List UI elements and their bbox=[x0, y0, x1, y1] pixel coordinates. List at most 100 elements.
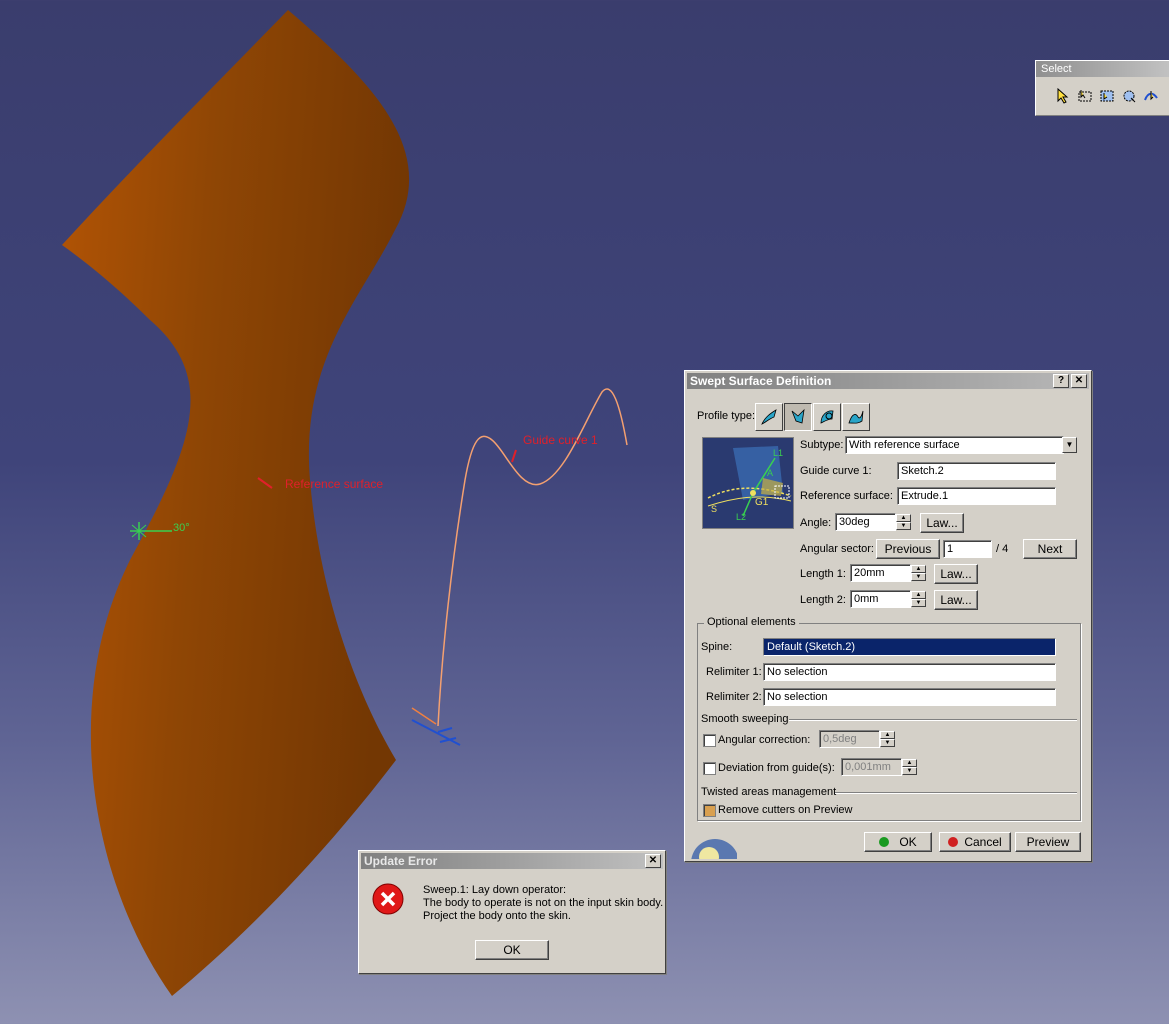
angle-law-button[interactable]: Law... bbox=[920, 513, 964, 533]
cancel-status-icon bbox=[948, 837, 959, 847]
cancel-button[interactable]: Cancel bbox=[939, 832, 1011, 852]
error-title: Update Error bbox=[364, 854, 438, 868]
subtype-dropdown-button[interactable]: ▼ bbox=[1062, 437, 1077, 453]
update-error-dialog[interactable]: Update Error ✕ Sweep.1: Lay down operato… bbox=[358, 850, 666, 974]
angle-spinner[interactable]: ▲ ▼ bbox=[896, 514, 911, 530]
length1-field[interactable]: 20mm bbox=[850, 564, 911, 582]
error-icon bbox=[372, 883, 404, 915]
catia-globe-icon bbox=[687, 827, 737, 859]
select-trap-icon[interactable] bbox=[1076, 87, 1094, 105]
guide-marker bbox=[511, 449, 517, 463]
spin-down-icon[interactable]: ▼ bbox=[911, 573, 926, 581]
diagram-a-label: A bbox=[767, 468, 773, 478]
twisted-areas-label: Twisted areas management bbox=[701, 786, 837, 798]
twisted-areas-divider bbox=[835, 792, 1077, 794]
optional-elements-caption: Optional elements bbox=[704, 616, 799, 628]
spin-up-icon[interactable]: ▲ bbox=[880, 731, 895, 739]
toolbar-title: Select bbox=[1036, 61, 1169, 77]
reference-surface-field[interactable]: Extrude.1 bbox=[897, 487, 1056, 505]
spin-down-icon[interactable]: ▼ bbox=[902, 767, 917, 775]
diagram-s-label: S bbox=[711, 504, 717, 514]
deviation-field[interactable]: 0,001mm bbox=[841, 758, 902, 776]
swept-surface[interactable] bbox=[62, 10, 410, 996]
previous-button[interactable]: Previous bbox=[876, 539, 940, 559]
deviation-label: Deviation from guide(s): bbox=[718, 762, 835, 774]
spine-label: Spine: bbox=[701, 641, 733, 653]
smooth-sweeping-label: Smooth sweeping bbox=[701, 713, 789, 725]
chevron-down-icon: ▼ bbox=[1065, 440, 1074, 449]
angular-correction-checkbox[interactable] bbox=[703, 734, 716, 747]
error-line2: The body to operate is not on the input … bbox=[423, 897, 664, 909]
angular-correction-spinner[interactable]: ▲ ▼ bbox=[880, 731, 895, 747]
spin-down-icon[interactable]: ▼ bbox=[911, 599, 926, 607]
select-intersect-icon[interactable] bbox=[1098, 87, 1116, 105]
spine-field[interactable]: Default (Sketch.2) bbox=[763, 638, 1056, 656]
length2-label: Length 2: bbox=[800, 594, 846, 606]
deviation-spinner[interactable]: ▲ ▼ bbox=[902, 759, 917, 775]
angular-correction-field[interactable]: 0,5deg bbox=[819, 730, 880, 748]
profile-circle-icon bbox=[820, 410, 834, 424]
length1-label: Length 1: bbox=[800, 568, 846, 580]
origin-axis-icon bbox=[411, 707, 461, 746]
preview-button[interactable]: Preview bbox=[1015, 832, 1081, 852]
spin-up-icon[interactable]: ▲ bbox=[896, 514, 911, 522]
spin-down-icon[interactable]: ▼ bbox=[880, 739, 895, 747]
length2-field[interactable]: 0mm bbox=[850, 590, 911, 608]
reference-surface-label: Reference surface bbox=[285, 477, 384, 491]
error-close-button[interactable]: ✕ bbox=[645, 854, 661, 868]
diagram-g1-label: G1 bbox=[755, 497, 769, 508]
guide-curve-label: Guide curve 1: bbox=[800, 465, 872, 477]
profile-circle-button[interactable] bbox=[813, 403, 841, 431]
length2-law-button[interactable]: Law... bbox=[934, 590, 978, 610]
subtype-select[interactable]: With reference surface bbox=[845, 436, 1064, 454]
help-button[interactable]: ? bbox=[1053, 374, 1069, 388]
spin-up-icon[interactable]: ▲ bbox=[911, 591, 926, 599]
profile-type-label: Profile type: bbox=[697, 410, 756, 422]
close-button[interactable]: ✕ bbox=[1071, 374, 1087, 388]
angle-field-label: Angle: bbox=[800, 517, 832, 529]
diagram-l1-label: L1 bbox=[773, 448, 783, 458]
angle-label: 30° bbox=[173, 522, 190, 534]
profile-conic-icon bbox=[848, 410, 864, 424]
error-titlebar[interactable]: Update Error ✕ bbox=[361, 853, 663, 869]
select-toolbar[interactable]: Select bbox=[1035, 60, 1169, 116]
sector-field[interactable]: 1 bbox=[943, 540, 992, 558]
profile-explicit-icon bbox=[761, 409, 777, 425]
remove-cutters-checkbox[interactable] bbox=[703, 804, 716, 817]
dialog-title: Swept Surface Definition bbox=[690, 374, 832, 388]
select-arrow-icon[interactable] bbox=[1054, 87, 1072, 105]
remove-cutters-label: Remove cutters on Preview bbox=[718, 804, 853, 816]
length1-law-button[interactable]: Law... bbox=[934, 564, 978, 584]
guide-curve-field[interactable]: Sketch.2 bbox=[897, 462, 1056, 480]
deviation-checkbox[interactable] bbox=[703, 762, 716, 775]
length2-spinner[interactable]: ▲ ▼ bbox=[911, 591, 926, 607]
ok-button-label: OK bbox=[899, 835, 917, 849]
spin-up-icon[interactable]: ▲ bbox=[911, 565, 926, 573]
swept-surface-dialog[interactable]: Swept Surface Definition ? ✕ Profile typ… bbox=[684, 370, 1092, 862]
cancel-button-label: Cancel bbox=[964, 835, 1002, 849]
relimiter2-field[interactable]: No selection bbox=[763, 688, 1056, 706]
sector-total-label: / 4 bbox=[996, 543, 1009, 555]
profile-explicit-button[interactable] bbox=[755, 403, 783, 431]
reference-surface-field-label: Reference surface: bbox=[800, 490, 893, 502]
ok-button[interactable]: OK bbox=[864, 832, 932, 852]
relimiter2-label: Relimiter 2: bbox=[706, 691, 762, 703]
dialog-titlebar[interactable]: Swept Surface Definition ? ✕ bbox=[687, 373, 1089, 389]
angular-correction-label: Angular correction: bbox=[718, 734, 811, 746]
error-line3: Project the body onto the skin. bbox=[423, 910, 571, 922]
error-ok-button[interactable]: OK bbox=[475, 940, 549, 960]
next-button[interactable]: Next bbox=[1023, 539, 1077, 559]
length1-spinner[interactable]: ▲ ▼ bbox=[911, 565, 926, 581]
select-paint-icon[interactable] bbox=[1142, 87, 1160, 105]
ok-status-icon bbox=[879, 837, 890, 847]
profile-conic-button[interactable] bbox=[842, 403, 870, 431]
relimiter1-field[interactable]: No selection bbox=[763, 663, 1056, 681]
guide-curve-label: Guide curve 1 bbox=[523, 433, 598, 447]
spin-up-icon[interactable]: ▲ bbox=[902, 759, 917, 767]
angle-field[interactable]: 30deg bbox=[835, 513, 896, 531]
subtype-label: Subtype: bbox=[800, 439, 844, 451]
spin-down-icon[interactable]: ▼ bbox=[896, 522, 911, 530]
select-lasso-icon[interactable] bbox=[1120, 87, 1138, 105]
subtype-diagram: L1 A G1 S L2 bbox=[702, 437, 794, 529]
profile-line-button[interactable] bbox=[784, 403, 812, 431]
